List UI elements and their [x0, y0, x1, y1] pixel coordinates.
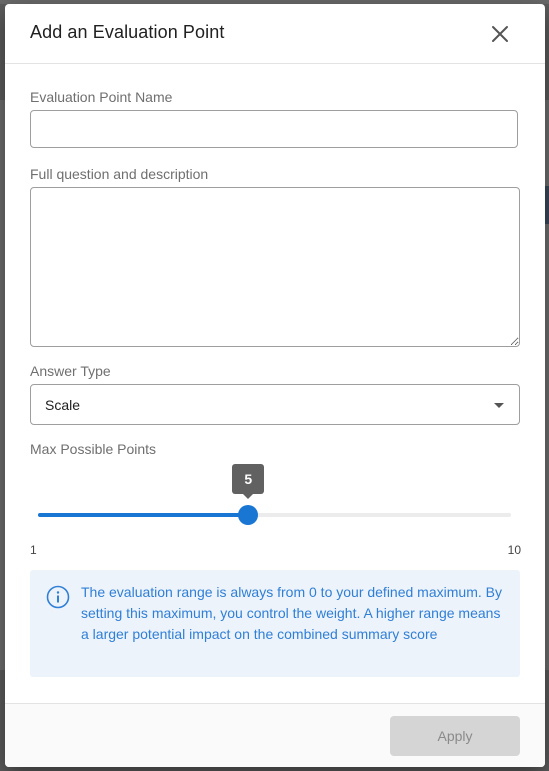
info-icon	[46, 585, 70, 609]
answer-type-label: Answer Type	[30, 363, 111, 379]
slider-thumb[interactable]	[238, 505, 259, 525]
apply-button[interactable]: Apply	[390, 716, 520, 756]
slider-min-label: 1	[30, 543, 37, 557]
max-points-label: Max Possible Points	[30, 441, 157, 457]
evaluation-point-name-input[interactable]	[30, 110, 518, 148]
description-textarea[interactable]	[30, 187, 520, 347]
dialog-header: Add an Evaluation Point	[5, 4, 545, 64]
chevron-down-icon	[494, 403, 504, 408]
answer-type-value: Scale	[45, 397, 81, 413]
description-label: Full question and description	[30, 166, 209, 182]
slider-value-tooltip: 5	[232, 464, 265, 494]
info-box: The evaluation range is always from 0 to…	[30, 570, 520, 677]
slider-tooltip-arrow	[243, 494, 254, 499]
answer-type-select[interactable]: Scale	[30, 384, 520, 425]
slider-fill	[38, 513, 249, 517]
dialog-title: Add an Evaluation Point	[30, 22, 225, 42]
add-evaluation-point-dialog: Add an Evaluation Point Evaluation Point…	[5, 4, 545, 767]
background-button-fragment	[545, 186, 549, 224]
slider-max-label: 10	[507, 543, 521, 557]
close-button[interactable]	[487, 21, 513, 47]
dialog-footer: Apply	[5, 703, 545, 767]
close-icon	[492, 26, 508, 42]
max-points-slider[interactable]: 5 1 10	[30, 464, 521, 557]
name-label: Evaluation Point Name	[30, 89, 173, 105]
info-text: The evaluation range is always from 0 to…	[81, 584, 502, 642]
